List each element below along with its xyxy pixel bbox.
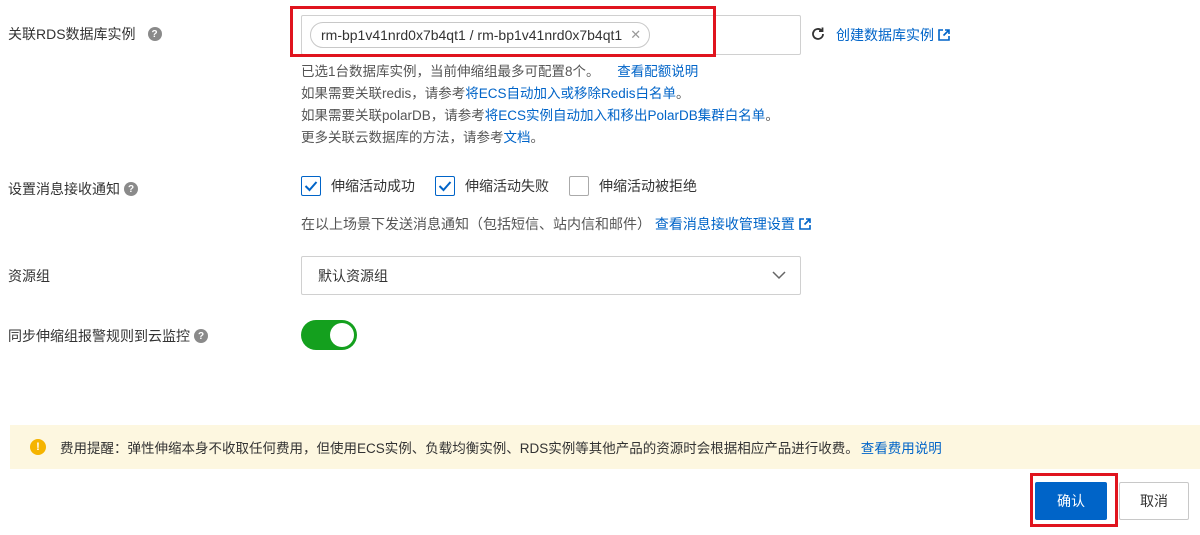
chevron-down-icon	[772, 271, 786, 280]
rds-hint-polardb: 如果需要关联polarDB，请参考将ECS实例自动加入和移出PolarDB集群白…	[301, 105, 779, 127]
checkbox-scaling-failure[interactable]: 伸缩活动失败	[435, 176, 549, 196]
sync-alarm-switch[interactable]	[301, 320, 357, 350]
redis-whitelist-link[interactable]: 将ECS自动加入或移除Redis白名单	[465, 86, 676, 101]
quota-link[interactable]: 查看配额说明	[617, 64, 698, 79]
fee-details-link[interactable]: 查看费用说明	[861, 437, 942, 457]
checkbox-label-success: 伸缩活动成功	[331, 178, 415, 194]
rds-hint-polardb-text: 如果需要关联polarDB，请参考	[301, 108, 485, 123]
sync-alarm-label-row: 同步伸缩组报警规则到云监控 ?	[8, 326, 208, 346]
create-rds-link-text: 创建数据库实例	[836, 27, 934, 43]
external-link-icon	[799, 218, 811, 230]
external-link-icon	[938, 29, 950, 41]
rds-hint-docs-text: 更多关联云数据库的方法，请参考	[301, 130, 504, 145]
rds-hint-quota: 已选1台数据库实例，当前伸缩组最多可配置8个。 查看配额说明	[301, 61, 698, 83]
notify-settings-link-text: 查看消息接收管理设置	[654, 216, 795, 232]
switch-knob	[330, 323, 354, 347]
resource-group-select[interactable]: 默认资源组	[301, 256, 801, 295]
question-circle-icon[interactable]: ?	[124, 182, 138, 196]
resource-group-label-row: 资源组	[8, 266, 50, 286]
notify-label-row: 设置消息接收通知 ?	[8, 179, 138, 199]
rds-hint-redis: 如果需要关联redis，请参考将ECS自动加入或移除Redis白名单。	[301, 83, 690, 105]
rds-hint-docs: 更多关联云数据库的方法，请参考文档。	[301, 127, 544, 149]
rds-label-row: 关联RDS数据库实例 ?	[8, 24, 162, 44]
warning-circle-icon: !	[30, 439, 46, 455]
docs-link[interactable]: 文档	[504, 130, 531, 145]
checkbox-scaling-success[interactable]: 伸缩活动成功	[301, 176, 415, 196]
checkbox-scaling-rejected[interactable]: 伸缩活动被拒绝	[569, 176, 697, 196]
rds-label: 关联RDS数据库实例	[8, 26, 136, 42]
checkbox-label-failure: 伸缩活动失败	[465, 178, 549, 194]
checkmark-icon	[304, 181, 318, 192]
fee-notice-bar: ! 费用提醒： 弹性伸缩本身不收取任何费用，但使用ECS实例、负载均衡实例、RDS…	[10, 425, 1200, 469]
notify-checkbox-group: 伸缩活动成功 伸缩活动失败 伸缩活动被拒绝	[301, 174, 717, 198]
cancel-button[interactable]: 取消	[1119, 482, 1189, 520]
checkbox-box-success[interactable]	[301, 176, 321, 196]
checkmark-icon	[438, 181, 452, 192]
rds-hint-polardb-suffix: 。	[765, 108, 779, 123]
polardb-whitelist-link[interactable]: 将ECS实例自动加入和移出PolarDB集群白名单	[485, 108, 766, 123]
rds-hint-docs-suffix: 。	[530, 130, 545, 145]
highlight-frame-confirm	[1030, 473, 1118, 527]
notify-hint-text: 在以上场景下发送消息通知（包括短信、站内信和邮件）	[301, 216, 651, 232]
checkbox-box-rejected[interactable]	[569, 176, 589, 196]
question-circle-icon[interactable]: ?	[194, 329, 208, 343]
resource-group-label: 资源组	[8, 268, 50, 284]
create-rds-link[interactable]: 创建数据库实例	[836, 25, 950, 45]
highlight-frame-rds	[290, 6, 716, 57]
fee-notice-text: 弹性伸缩本身不收取任何费用，但使用ECS实例、负载均衡实例、RDS实例等其他产品…	[127, 441, 859, 456]
checkbox-box-failure[interactable]	[435, 176, 455, 196]
notify-settings-link[interactable]: 查看消息接收管理设置	[655, 216, 811, 232]
sync-alarm-label: 同步伸缩组报警规则到云监控	[8, 328, 190, 344]
rds-hint-redis-text: 如果需要关联redis，请参考	[301, 86, 466, 101]
notify-label: 设置消息接收通知	[8, 181, 120, 197]
refresh-icon[interactable]	[810, 26, 826, 42]
question-circle-icon[interactable]: ?	[147, 27, 162, 41]
checkbox-label-rejected: 伸缩活动被拒绝	[599, 178, 697, 194]
notify-hint: 在以上场景下发送消息通知（包括短信、站内信和邮件） 查看消息接收管理设置	[301, 213, 811, 235]
fee-notice-title: 费用提醒：	[60, 441, 128, 456]
rds-hint-redis-suffix: 。	[676, 86, 690, 101]
resource-group-value: 默认资源组	[318, 267, 388, 284]
rds-hint-quota-text: 已选1台数据库实例，当前伸缩组最多可配置8个。	[301, 64, 600, 79]
